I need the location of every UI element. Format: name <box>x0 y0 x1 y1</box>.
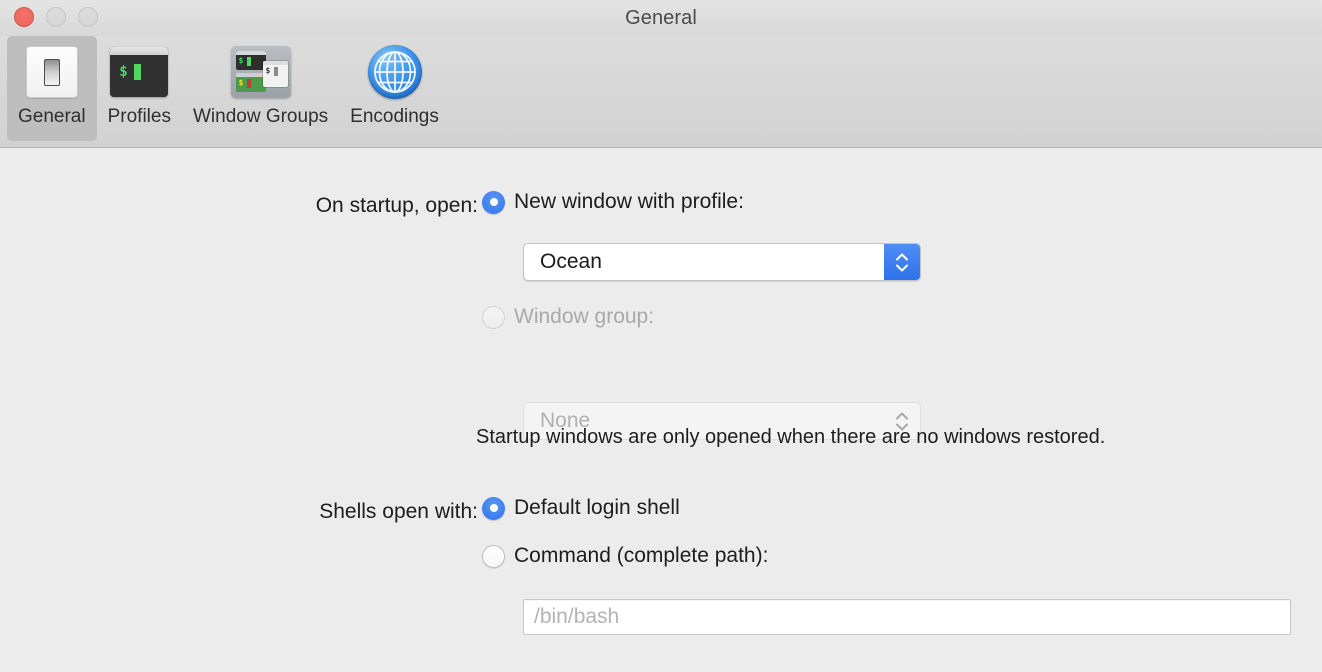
tab-general-label: General <box>18 106 86 127</box>
radio-indicator-selected <box>482 190 505 214</box>
preferences-toolbar: General $ Profiles $ $ $ Window Groups E… <box>0 36 1322 148</box>
radio-command-complete-path-label: Command (complete path): <box>514 544 769 567</box>
profile-select-value: Ocean <box>540 250 602 273</box>
chevron-up-icon <box>896 412 908 419</box>
radio-window-group-label: Window group: <box>514 305 655 328</box>
tab-encodings[interactable]: Encodings <box>339 36 450 141</box>
terminal-window-icon: $ <box>109 42 169 102</box>
tab-window-groups-label: Window Groups <box>192 106 329 127</box>
radio-indicator-unselected <box>482 544 505 568</box>
tab-window-groups[interactable]: $ $ $ Window Groups <box>182 36 339 141</box>
command-path-placeholder: /bin/bash <box>534 605 620 628</box>
preferences-window: General General $ Profiles $ $ $ Window … <box>0 0 1322 672</box>
radio-default-login-shell[interactable]: Default login shell <box>482 496 680 520</box>
chevron-up-icon <box>896 253 908 260</box>
radio-indicator-unselected <box>482 305 505 329</box>
radio-window-group[interactable]: Window group: <box>482 305 654 329</box>
titlebar: General <box>0 0 1322 36</box>
tab-profiles-label: Profiles <box>107 106 171 127</box>
page-title: General <box>625 6 697 29</box>
radio-new-window-with-profile[interactable]: New window with profile: <box>482 190 744 214</box>
tab-general[interactable]: General <box>7 36 97 141</box>
radio-indicator-selected <box>482 496 505 520</box>
close-button[interactable] <box>14 7 34 27</box>
radio-default-login-shell-label: Default login shell <box>514 496 680 519</box>
radio-new-window-with-profile-label: New window with profile: <box>514 190 744 213</box>
shells-label-wrap: Shells open with: <box>246 500 478 524</box>
tab-profiles[interactable]: $ Profiles <box>97 36 182 141</box>
traffic-lights <box>14 7 98 27</box>
startup-label: On startup, open: <box>315 194 478 217</box>
profile-select[interactable]: Ocean <box>523 243 921 281</box>
startup-hint: Startup windows are only opened when the… <box>476 426 1106 448</box>
profile-select-stepper[interactable] <box>884 244 920 280</box>
minimize-button[interactable] <box>46 7 66 27</box>
radio-command-complete-path[interactable]: Command (complete path): <box>482 544 768 568</box>
shells-label: Shells open with: <box>319 500 478 523</box>
general-preferences-pane: On startup, open: New window with profil… <box>0 148 1322 672</box>
light-switch-icon <box>22 42 82 102</box>
chevron-down-icon <box>896 264 908 271</box>
command-path-input[interactable]: /bin/bash <box>523 599 1291 635</box>
globe-icon <box>365 42 425 102</box>
window-group-icon: $ $ $ <box>230 42 291 102</box>
zoom-button[interactable] <box>78 7 98 27</box>
tab-encodings-label: Encodings <box>350 106 439 127</box>
startup-label-wrap: On startup, open: <box>246 194 478 218</box>
